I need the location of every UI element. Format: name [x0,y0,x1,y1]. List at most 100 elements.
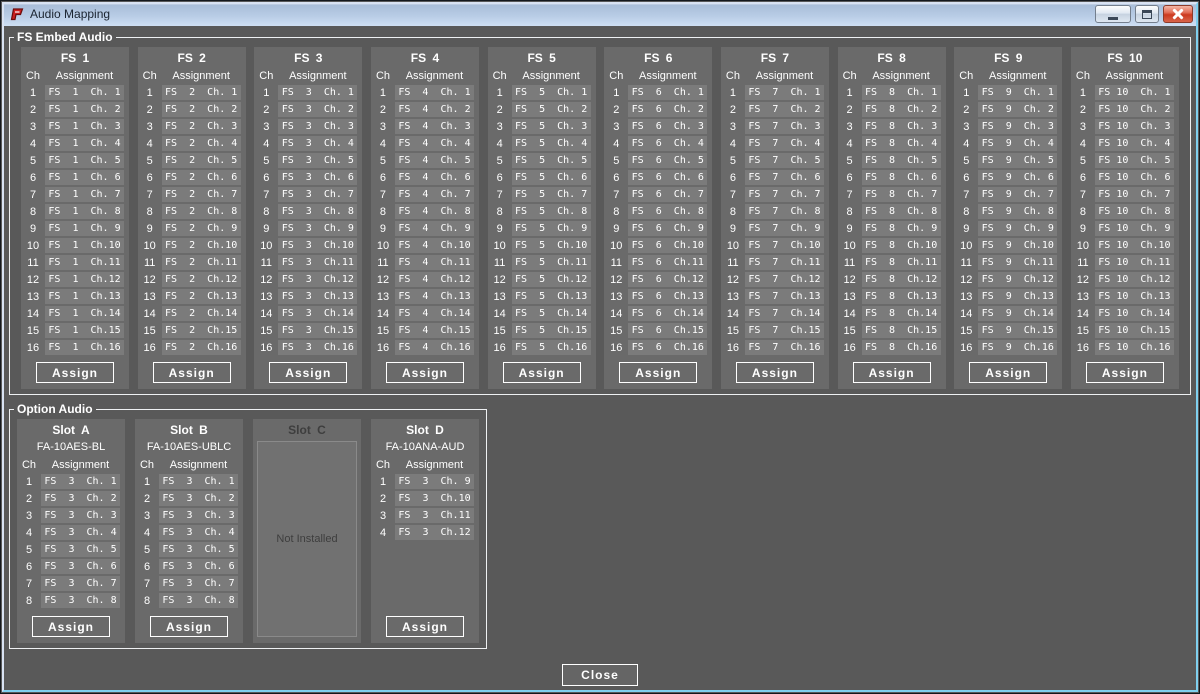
assign-button[interactable]: Assign [969,362,1047,383]
channel-number: 4 [21,138,45,150]
assignment-cell: FS 9 Ch. 9 [978,221,1057,236]
channel-number: 11 [1071,257,1095,269]
channel-row: 1 FS 10 Ch. 1 [1071,84,1179,101]
option-slot: Slot A FA-10AES-BL Ch Assignment 1 FS 3 … [17,419,125,643]
titlebar[interactable]: Audio Mapping [2,2,1198,26]
channel-row: 7 FS 1 Ch. 7 [21,186,129,203]
channel-number: 7 [17,578,41,590]
assign-button[interactable]: Assign [36,362,114,383]
channel-row: 6 FS 6 Ch. 6 [604,169,712,186]
assign-button[interactable]: Assign [503,362,581,383]
channel-row: 16 FS 1 Ch.16 [21,339,129,356]
channel-row: 13 FS 9 Ch.13 [954,288,1062,305]
channel-number: 4 [488,138,512,150]
channel-number: 2 [954,104,978,116]
assign-button[interactable]: Assign [153,362,231,383]
channel-row: 16 FS 7 Ch.16 [721,339,829,356]
channel-row: 3 FS 3 Ch. 3 [135,507,243,524]
channel-number: 3 [254,121,278,133]
assignment-cell: FS 9 Ch. 7 [978,187,1057,202]
channel-row: 16 FS 9 Ch.16 [954,339,1062,356]
channel-row: 4 FS 1 Ch. 4 [21,135,129,152]
channel-row: 2 FS 2 Ch. 2 [138,101,246,118]
channel-number: 1 [138,87,162,99]
assign-button[interactable]: Assign [736,362,814,383]
channel-row: 11 FS 5 Ch.11 [488,254,596,271]
channel-number: 3 [371,510,395,522]
channel-number: 5 [954,155,978,167]
channel-row: 7 FS 9 Ch. 7 [954,186,1062,203]
assignment-cell: FS 6 Ch. 4 [628,136,707,151]
channel-row: 15 FS 8 Ch.15 [838,322,946,339]
assign-button[interactable]: Assign [853,362,931,383]
minimize-icon [1108,17,1118,20]
channel-row: 14 FS 9 Ch.14 [954,305,1062,322]
assignment-cell: FS 5 Ch. 9 [512,221,591,236]
assignment-cell: FS 3 Ch. 3 [41,508,120,523]
channel-row: 14 FS 8 Ch.14 [838,305,946,322]
channel-number: 14 [138,308,162,320]
assignment-cell: FS 10 Ch.15 [1095,323,1174,338]
assignment-cell: FS 4 Ch. 5 [395,153,474,168]
ch-header: Ch [604,70,628,82]
assign-button[interactable]: Assign [386,362,464,383]
assignment-cell: FS 2 Ch. 2 [162,102,241,117]
assign-button[interactable]: Assign [619,362,697,383]
assignment-cell: FS 1 Ch. 2 [45,102,124,117]
channel-number: 4 [371,527,395,539]
channel-number: 1 [254,87,278,99]
assignment-cell: FS 6 Ch. 9 [628,221,707,236]
channel-row: 13 FS 1 Ch.13 [21,288,129,305]
column-headers: Ch Assignment [838,67,946,84]
channel-number: 16 [721,342,745,354]
option-slot-empty: Slot C Not Installed [253,419,361,643]
channel-number: 6 [838,172,862,184]
assign-button[interactable]: Assign [269,362,347,383]
channel-row: 16 FS 2 Ch.16 [138,339,246,356]
channel-number: 12 [138,274,162,286]
channel-row: 6 FS 9 Ch. 6 [954,169,1062,186]
window-title: Audio Mapping [30,7,110,21]
channel-row: 1 FS 3 Ch. 1 [135,473,243,490]
channel-number: 15 [954,325,978,337]
assignment-cell: FS 4 Ch.13 [395,289,474,304]
channel-number: 1 [954,87,978,99]
assign-button[interactable]: Assign [386,616,464,637]
maximize-button[interactable] [1135,5,1159,23]
channel-row: 3 FS 3 Ch.11 [371,507,479,524]
fs-column: FS 3 Ch Assignment 1 FS 3 Ch. 1 2 FS 3 C… [254,47,362,389]
assignment-cell: FS 9 Ch.16 [978,340,1057,355]
channel-row: 11 FS 4 Ch.11 [371,254,479,271]
channel-number: 8 [1071,206,1095,218]
assignment-cell: FS 9 Ch. 2 [978,102,1057,117]
minimize-button[interactable] [1095,5,1131,23]
channel-row: 5 FS 4 Ch. 5 [371,152,479,169]
assignment-cell: FS 10 Ch.16 [1095,340,1174,355]
channel-number: 13 [954,291,978,303]
assign-button[interactable]: Assign [32,616,110,637]
channel-number: 2 [838,104,862,116]
assignment-cell: FS 10 Ch.13 [1095,289,1174,304]
fs-column-title: FS 5 [488,49,596,67]
assign-button[interactable]: Assign [150,616,228,637]
assignment-cell: FS 2 Ch.12 [162,272,241,287]
assignment-cell: FS 3 Ch. 5 [278,153,357,168]
channel-number: 10 [721,240,745,252]
ch-header: Ch [721,70,745,82]
assignment-cell: FS 3 Ch. 2 [41,491,120,506]
assignment-cell: FS 3 Ch. 7 [41,576,120,591]
channel-row: 15 FS 9 Ch.15 [954,322,1062,339]
channel-number: 3 [1071,121,1095,133]
close-window-button[interactable] [1163,5,1193,23]
assignment-cell: FS 8 Ch. 6 [862,170,941,185]
channel-row: 13 FS 10 Ch.13 [1071,288,1179,305]
assignment-cell: FS 3 Ch. 6 [159,559,238,574]
assignment-cell: FS 6 Ch. 3 [628,119,707,134]
channel-number: 10 [138,240,162,252]
fs-column: FS 6 Ch Assignment 1 FS 6 Ch. 1 2 FS 6 C… [604,47,712,389]
assign-button[interactable]: Assign [1086,362,1164,383]
channel-row: 13 FS 4 Ch.13 [371,288,479,305]
close-button[interactable]: Close [562,664,638,686]
assignment-cell: FS 10 Ch. 1 [1095,85,1174,100]
channel-number: 1 [488,87,512,99]
